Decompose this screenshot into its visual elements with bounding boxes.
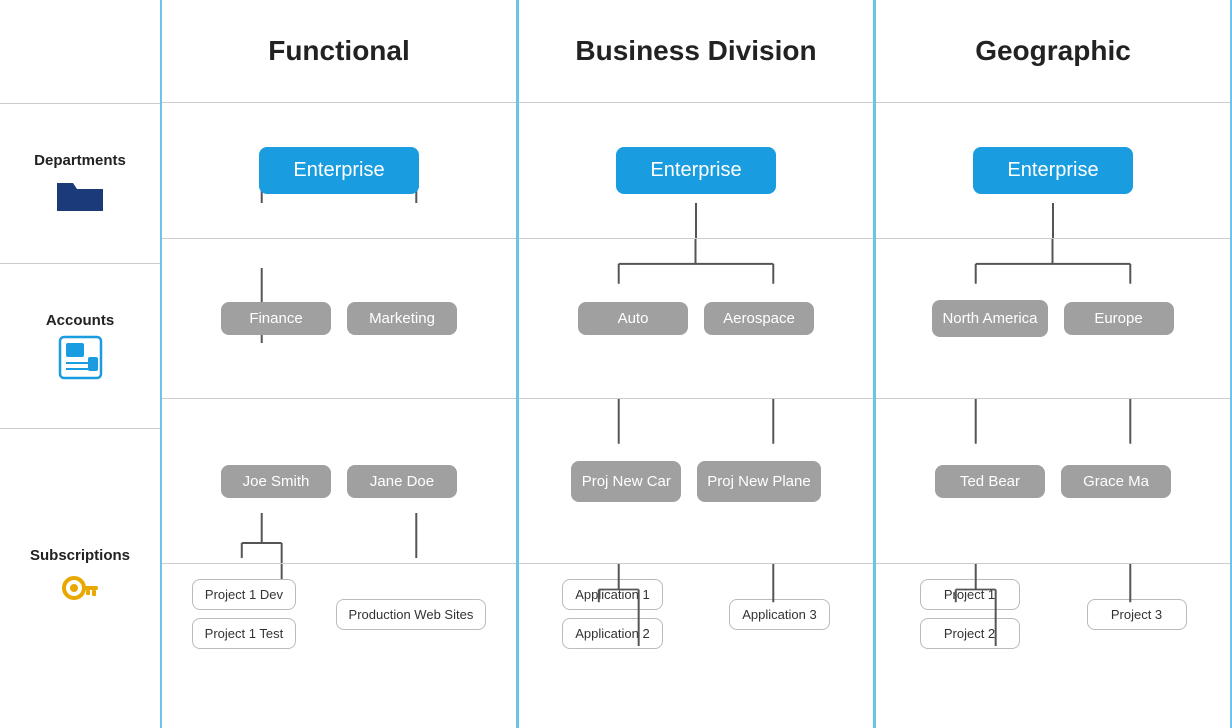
subscriptions-label: Subscriptions	[30, 547, 130, 564]
functional-sub-proj1dev[interactable]: Project 1 Dev	[192, 579, 296, 610]
business-division-column: Business Division Enterprise Auto Aerosp…	[517, 0, 874, 728]
functional-dept-finance[interactable]: Finance	[221, 302, 331, 335]
functional-column: Functional	[160, 0, 517, 728]
hierarchy-columns: Functional	[160, 0, 1232, 728]
functional-title: Functional	[268, 35, 410, 67]
functional-subs-row: Project 1 Dev Project 1 Test Production …	[162, 563, 516, 728]
functional-enterprise-row: Enterprise	[162, 103, 516, 238]
bd-account-projnewplane[interactable]: Proj New Plane	[697, 461, 820, 502]
departments-label-cell: Departments	[0, 103, 160, 263]
bd-enterprise-row: Enterprise	[519, 103, 873, 238]
subscriptions-label-cell: Subscriptions	[0, 428, 160, 728]
geo-account-tedbear[interactable]: Ted Bear	[935, 465, 1045, 498]
geographic-title: Geographic	[975, 35, 1131, 67]
bd-dept-row: Auto Aerospace	[519, 238, 873, 398]
accounts-label-cell: Accounts	[0, 263, 160, 428]
geo-sub-proj1[interactable]: Project 1	[920, 579, 1020, 610]
geo-account-gracema[interactable]: Grace Ma	[1061, 465, 1171, 498]
geo-accounts-lines	[876, 399, 1230, 563]
geographic-column: Geographic Enterprise North America Euro…	[874, 0, 1232, 728]
key-icon	[60, 570, 100, 610]
functional-account-joe[interactable]: Joe Smith	[221, 465, 331, 498]
geo-enterprise-row: Enterprise	[876, 103, 1230, 238]
geo-sub-proj2[interactable]: Project 2	[920, 618, 1020, 649]
bd-dept-lines	[519, 239, 873, 398]
functional-account-jane[interactable]: Jane Doe	[347, 465, 457, 498]
departments-label: Departments	[34, 152, 126, 169]
bd-subs-row: Application 1 Application 2 Application …	[519, 563, 873, 728]
accounts-label: Accounts	[46, 312, 114, 329]
geo-sub-proj3[interactable]: Project 3	[1087, 599, 1187, 630]
bd-enterprise-node[interactable]: Enterprise	[616, 147, 776, 194]
header-spacer	[0, 0, 160, 103]
bd-sub-app1[interactable]: Application 1	[562, 579, 662, 610]
geo-dept-europe[interactable]: Europe	[1064, 302, 1174, 335]
bd-sub-app3[interactable]: Application 3	[729, 599, 829, 630]
geo-enterprise-node[interactable]: Enterprise	[973, 147, 1133, 194]
geo-dept-northamerica[interactable]: North America	[932, 300, 1047, 337]
business-division-header: Business Division	[519, 0, 873, 103]
geo-subs-row: Project 1 Project 2 Project 3	[876, 563, 1230, 728]
folder-icon	[55, 175, 105, 215]
functional-header: Functional	[162, 0, 516, 103]
business-division-title: Business Division	[575, 35, 816, 67]
geo-accounts-row: Ted Bear Grace Ma	[876, 398, 1230, 563]
geo-dept-row: North America Europe	[876, 238, 1230, 398]
geo-dept-lines	[876, 239, 1230, 398]
account-icon	[58, 335, 103, 380]
functional-accounts-row: Joe Smith Jane Doe	[162, 398, 516, 563]
labels-column: Departments Accounts Subscriptions	[0, 0, 160, 728]
bd-account-projnewcar[interactable]: Proj New Car	[571, 461, 681, 502]
geographic-header: Geographic	[876, 0, 1230, 103]
bd-accounts-row: Proj New Car Proj New Plane	[519, 398, 873, 563]
bd-dept-auto[interactable]: Auto	[578, 302, 688, 335]
functional-sub-prodweb[interactable]: Production Web Sites	[336, 599, 487, 630]
bd-dept-aerospace[interactable]: Aerospace	[704, 302, 814, 335]
functional-dept-marketing[interactable]: Marketing	[347, 302, 457, 335]
main-container: Departments Accounts Subscriptions	[0, 0, 1232, 728]
functional-dept-row: Finance Marketing	[162, 238, 516, 398]
functional-sub-proj1test[interactable]: Project 1 Test	[192, 618, 297, 649]
bd-sub-app2[interactable]: Application 2	[562, 618, 662, 649]
functional-enterprise-node[interactable]: Enterprise	[259, 147, 419, 194]
